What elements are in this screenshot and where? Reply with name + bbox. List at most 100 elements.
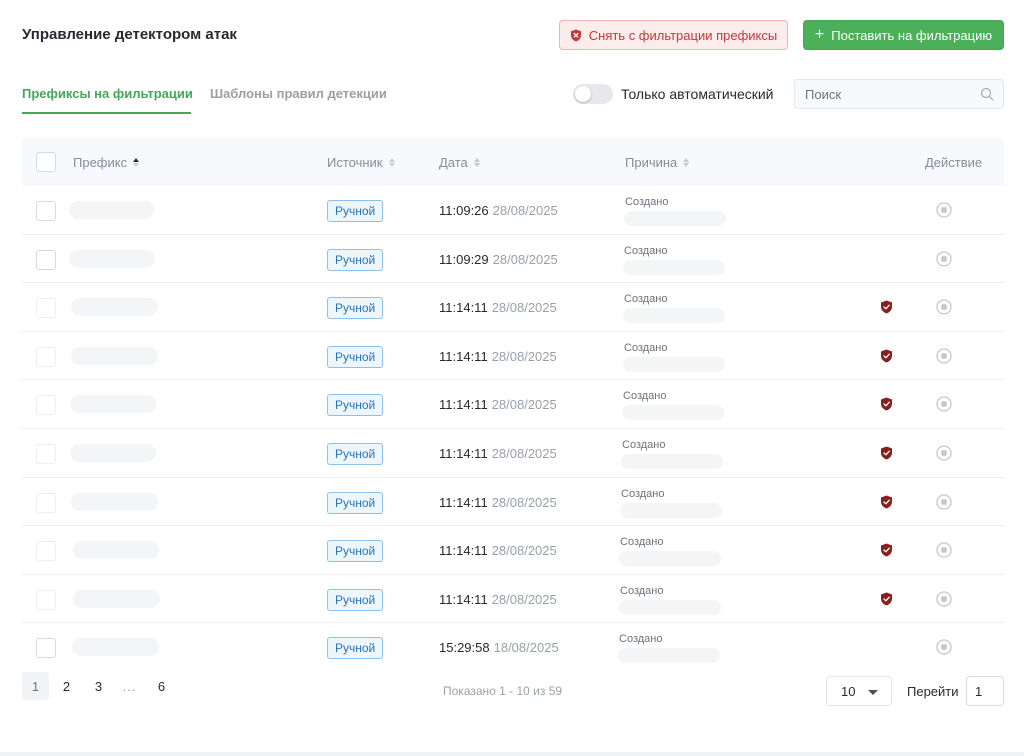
column-header-date[interactable]: Дата xyxy=(439,155,480,170)
source-badge[interactable]: Ручной xyxy=(327,345,384,368)
stop-circle-icon[interactable] xyxy=(936,639,952,660)
row-reason: Создано xyxy=(625,196,669,208)
row-checkbox[interactable] xyxy=(36,541,56,562)
reason-placeholder xyxy=(623,308,725,324)
goto-page-input[interactable] xyxy=(966,676,1004,706)
row-reason: Создано xyxy=(620,536,664,549)
reason-placeholder xyxy=(623,356,725,372)
results-summary: Показано 1 - 10 из 59 xyxy=(443,684,563,698)
page-size-select[interactable]: 10 xyxy=(826,676,892,706)
page-button-3[interactable]: 3 xyxy=(85,672,112,700)
row-time: 11:14:11 xyxy=(439,445,488,461)
reason-placeholder xyxy=(624,211,726,226)
tab-detection-rule-templates[interactable]: Шаблоны правил детекции xyxy=(210,86,387,101)
source-badge[interactable]: Ручной xyxy=(327,297,384,320)
row-checkbox[interactable] xyxy=(36,443,56,464)
row-checkbox[interactable] xyxy=(36,638,56,659)
sort-arrows-icon xyxy=(388,158,395,167)
row-date: 11:14:11 28/08/2025 xyxy=(439,397,557,412)
row-day: 28/08/2025 xyxy=(491,300,557,316)
source-badge[interactable]: Ручной xyxy=(327,200,384,222)
stop-circle-icon[interactable] xyxy=(936,202,952,223)
row-date: 11:14:11 28/08/2025 xyxy=(439,349,557,364)
column-label-date: Дата xyxy=(439,155,468,170)
reason-placeholder xyxy=(620,502,722,518)
select-all-checkbox[interactable] xyxy=(36,152,56,172)
table-header: Префикс Источник Дата Причина Действие xyxy=(22,138,1004,186)
row-reason: Создано xyxy=(624,341,668,354)
shield-check-icon xyxy=(880,300,893,319)
stop-circle-icon[interactable] xyxy=(936,299,952,320)
stop-circle-icon[interactable] xyxy=(936,591,952,612)
search-box xyxy=(794,79,1004,109)
shield-check-icon xyxy=(880,592,893,611)
row-date: 11:14:11 28/08/2025 xyxy=(439,495,557,510)
source-badge[interactable]: Ручной xyxy=(327,491,384,514)
stop-circle-icon[interactable] xyxy=(936,250,952,272)
shield-check-icon xyxy=(880,446,893,465)
reason-placeholder xyxy=(623,259,725,275)
shield-check-icon xyxy=(880,495,893,514)
source-badge[interactable]: Ручной xyxy=(327,588,384,611)
row-reason: Создано xyxy=(623,390,667,403)
source-badge[interactable]: Ручной xyxy=(327,442,384,465)
row-checkbox[interactable] xyxy=(36,492,56,513)
table-row: Ручной 11:14:11 28/08/2025 Создано xyxy=(22,283,1004,332)
row-checkbox[interactable] xyxy=(36,201,56,221)
row-time: 11:14:11 xyxy=(439,397,488,413)
column-label-prefix: Префикс xyxy=(73,155,128,170)
stop-circle-icon[interactable] xyxy=(936,493,952,515)
source-badge[interactable]: Ручной xyxy=(327,637,384,660)
column-header-action: Действие xyxy=(925,155,982,170)
plus-icon: + xyxy=(814,25,825,43)
page-ellipsis: ... xyxy=(122,678,137,694)
page-button-6[interactable]: 6 xyxy=(148,672,175,700)
row-reason: Создано xyxy=(624,244,668,257)
shield-x-icon xyxy=(570,29,582,42)
column-header-reason[interactable]: Причина xyxy=(625,155,690,170)
row-date: 11:14:11 28/08/2025 xyxy=(439,446,557,461)
row-checkbox[interactable] xyxy=(36,249,56,270)
row-day: 28/08/2025 xyxy=(492,251,558,267)
column-header-prefix[interactable]: Префикс xyxy=(73,155,140,170)
row-day: 28/08/2025 xyxy=(491,494,557,510)
prefix-placeholder xyxy=(71,346,158,365)
shield-check-icon xyxy=(880,349,893,368)
prefix-placeholder xyxy=(69,249,155,268)
reason-placeholder xyxy=(618,648,720,664)
add-to-filtering-button[interactable]: + Поставить на фильтрацию xyxy=(803,20,1004,50)
auto-only-label: Только автоматический xyxy=(621,86,774,102)
remove-from-filtering-button[interactable]: Снять с фильтрации префиксы xyxy=(559,20,788,50)
row-day: 28/08/2025 xyxy=(492,203,558,218)
source-badge[interactable]: Ручной xyxy=(327,248,384,271)
auto-only-toggle[interactable] xyxy=(573,84,613,104)
row-day: 28/08/2025 xyxy=(491,591,557,607)
source-badge[interactable]: Ручной xyxy=(327,394,384,417)
search-input[interactable] xyxy=(795,80,1003,108)
reason-placeholder xyxy=(619,551,721,567)
goto-label: Перейти xyxy=(907,684,959,699)
row-reason: Создано xyxy=(622,438,666,451)
column-header-source[interactable]: Источник xyxy=(327,155,395,170)
stop-circle-icon[interactable] xyxy=(936,445,952,466)
prefix-placeholder xyxy=(73,589,160,608)
tab-filtered-prefixes[interactable]: Префиксы на фильтрации xyxy=(22,86,193,101)
row-checkbox[interactable] xyxy=(36,298,56,319)
table-row: Ручной 11:09:29 28/08/2025 Создано xyxy=(22,235,1004,284)
table-row: Ручной 11:14:11 28/08/2025 Создано xyxy=(22,575,1004,624)
row-checkbox[interactable] xyxy=(36,589,56,610)
stop-circle-icon[interactable] xyxy=(936,542,952,563)
page-size-value: 10 xyxy=(841,683,856,699)
page-button-2[interactable]: 2 xyxy=(53,672,80,700)
search-icon[interactable] xyxy=(980,87,994,106)
prefix-placeholder xyxy=(69,201,154,219)
stop-circle-icon[interactable] xyxy=(936,396,952,417)
row-checkbox[interactable] xyxy=(36,395,56,416)
prefix-placeholder xyxy=(70,395,156,414)
row-checkbox[interactable] xyxy=(36,346,56,367)
page-button-1[interactable]: 1 xyxy=(22,672,49,700)
stop-circle-icon[interactable] xyxy=(936,348,952,369)
reason-placeholder xyxy=(619,599,721,615)
prefix-placeholder xyxy=(73,541,159,560)
source-badge[interactable]: Ручной xyxy=(327,540,384,563)
